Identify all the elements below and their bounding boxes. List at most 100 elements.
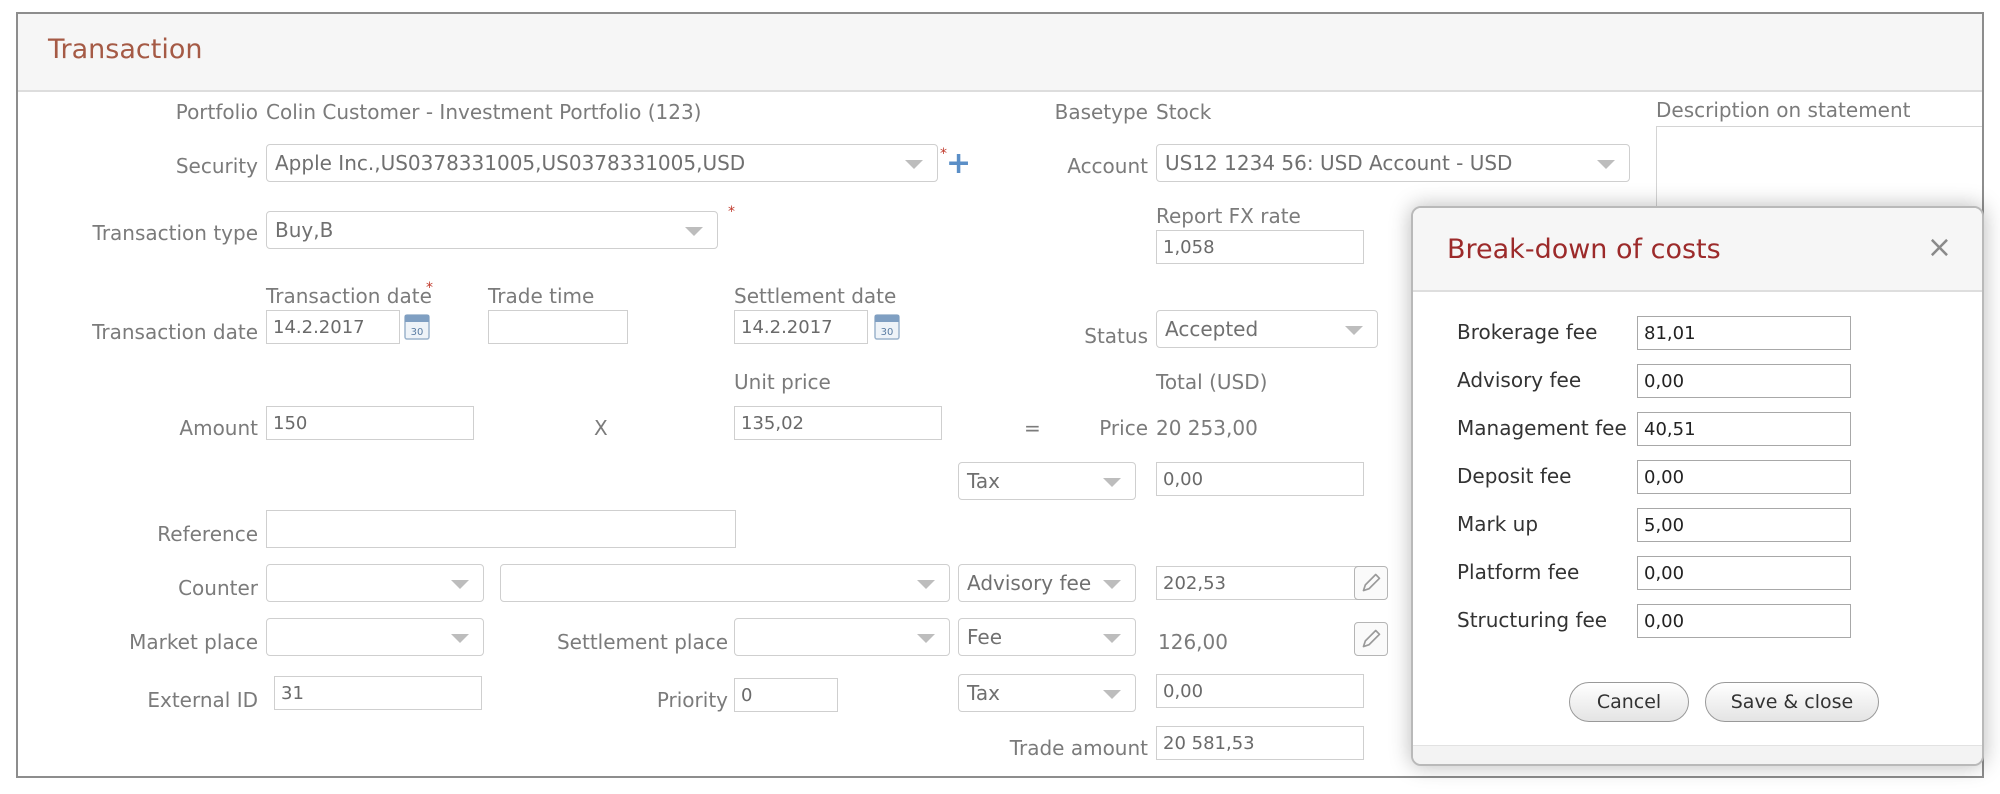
trade-time-label: Trade time bbox=[488, 284, 595, 308]
required-marker: * bbox=[728, 204, 735, 220]
amount-input[interactable]: 150 bbox=[266, 406, 474, 440]
transaction-type-select[interactable]: Buy,B bbox=[266, 211, 718, 249]
transaction-type-value: Buy,B bbox=[275, 218, 334, 242]
fee-select[interactable]: Fee bbox=[958, 618, 1136, 656]
unit-price-input[interactable]: 135,02 bbox=[734, 406, 942, 440]
edit-pencil-icon[interactable] bbox=[1354, 566, 1388, 600]
portfolio-label: Portfolio bbox=[175, 100, 258, 124]
brokerage-fee-input[interactable]: 81,01 bbox=[1637, 316, 1851, 350]
description-label: Description on statement bbox=[1656, 98, 1911, 122]
chevron-down-icon bbox=[1103, 478, 1121, 487]
trade-amount-input[interactable]: 20 581,53 bbox=[1156, 726, 1364, 760]
security-label: Security bbox=[175, 154, 258, 178]
amount-label: Amount bbox=[179, 416, 258, 440]
advisory-fee-select[interactable]: Advisory fee bbox=[958, 564, 1136, 602]
dialog-header: Break-down of costs × bbox=[1413, 208, 1982, 292]
trade-time-input[interactable] bbox=[488, 310, 628, 344]
chevron-down-icon bbox=[917, 634, 935, 643]
cancel-button[interactable]: Cancel bbox=[1569, 682, 1689, 722]
close-icon[interactable]: × bbox=[1927, 230, 1952, 265]
management-fee-input[interactable]: 40,51 bbox=[1637, 412, 1851, 446]
report-fx-input[interactable]: 1,058 bbox=[1156, 230, 1364, 264]
counter-select-2[interactable] bbox=[500, 564, 950, 602]
brokerage-fee-label: Brokerage fee bbox=[1457, 320, 1598, 344]
account-select-value: US12 1234 56: USD Account - USD bbox=[1165, 151, 1513, 175]
chevron-down-icon bbox=[1345, 326, 1363, 335]
chevron-down-icon bbox=[1103, 580, 1121, 589]
platform-fee-input[interactable]: 0,00 bbox=[1637, 556, 1851, 590]
chevron-down-icon bbox=[917, 580, 935, 589]
report-fx-label: Report FX rate bbox=[1156, 204, 1301, 228]
window-title: Transaction bbox=[48, 34, 203, 65]
fee-select-value: Fee bbox=[967, 625, 1003, 649]
advisory-fee-select-value: Advisory fee bbox=[967, 571, 1092, 595]
tax-select-value: Tax bbox=[967, 469, 1000, 493]
status-label: Status bbox=[1084, 324, 1148, 348]
save-close-button[interactable]: Save & close bbox=[1705, 682, 1879, 722]
mark-up-label: Mark up bbox=[1457, 512, 1539, 536]
deposit-fee-label: Deposit fee bbox=[1457, 464, 1572, 488]
status-value: Accepted bbox=[1165, 317, 1259, 341]
settlement-place-label: Settlement place bbox=[556, 630, 728, 654]
settlement-date-label: Settlement date bbox=[734, 284, 897, 308]
external-id-input[interactable]: 31 bbox=[274, 676, 482, 710]
edit-pencil-icon[interactable] bbox=[1354, 622, 1388, 656]
calendar-icon[interactable]: 30 bbox=[874, 312, 900, 340]
market-place-label: Market place bbox=[129, 630, 258, 654]
advisory-fee-modal-input[interactable]: 0,00 bbox=[1637, 364, 1851, 398]
add-security-icon[interactable]: + bbox=[946, 146, 971, 181]
advisory-fee-label: Advisory fee bbox=[1457, 368, 1582, 392]
tax-input[interactable]: 0,00 bbox=[1156, 462, 1364, 496]
security-select[interactable]: Apple Inc.,US0378331005,US0378331005,USD bbox=[266, 144, 938, 182]
chevron-down-icon bbox=[685, 227, 703, 236]
price-label: Price bbox=[1099, 416, 1148, 440]
management-fee-label: Management fee bbox=[1457, 416, 1627, 440]
deposit-fee-input[interactable]: 0,00 bbox=[1637, 460, 1851, 494]
reference-input[interactable] bbox=[266, 510, 736, 548]
counter-select-1[interactable] bbox=[266, 564, 484, 602]
tax-input-2[interactable]: 0,00 bbox=[1156, 674, 1364, 708]
mark-up-input[interactable]: 5,00 bbox=[1637, 508, 1851, 542]
dialog-footer bbox=[1413, 745, 1982, 764]
status-select[interactable]: Accepted bbox=[1156, 310, 1378, 348]
total-label: Total (USD) bbox=[1156, 370, 1268, 394]
basetype-value: Stock bbox=[1156, 100, 1212, 124]
reference-label: Reference bbox=[157, 522, 258, 546]
account-select[interactable]: US12 1234 56: USD Account - USD bbox=[1156, 144, 1630, 182]
equals-symbol: = bbox=[1024, 416, 1041, 440]
market-place-select[interactable] bbox=[266, 618, 484, 656]
platform-fee-label: Platform fee bbox=[1457, 560, 1580, 584]
tax-select[interactable]: Tax bbox=[958, 462, 1136, 500]
basetype-label: Basetype bbox=[1054, 100, 1148, 124]
transaction-date-input[interactable]: 14.2.2017 bbox=[266, 310, 400, 344]
transaction-type-label: Transaction type bbox=[92, 221, 258, 245]
cost-breakdown-dialog: Break-down of costs × Brokerage fee 81,0… bbox=[1411, 206, 1984, 766]
settlement-place-select[interactable] bbox=[734, 618, 950, 656]
price-value: 20 253,00 bbox=[1156, 416, 1258, 440]
account-label: Account bbox=[1067, 154, 1148, 178]
portfolio-value: Colin Customer - Investment Portfolio (1… bbox=[266, 100, 702, 124]
transaction-date-row-label: Transaction date bbox=[92, 320, 258, 344]
tax-select-2[interactable]: Tax bbox=[958, 674, 1136, 712]
unit-price-label: Unit price bbox=[734, 370, 831, 394]
priority-label: Priority bbox=[656, 688, 728, 712]
chevron-down-icon bbox=[451, 580, 469, 589]
tax-select-2-value: Tax bbox=[967, 681, 1000, 705]
calendar-day: 30 bbox=[411, 327, 424, 338]
advisory-fee-input[interactable]: 202,53 bbox=[1156, 566, 1364, 600]
chevron-down-icon bbox=[451, 634, 469, 643]
required-marker: * bbox=[426, 280, 433, 296]
chevron-down-icon bbox=[1103, 634, 1121, 643]
transaction-date-sublabel: Transaction date bbox=[266, 284, 432, 308]
structuring-fee-input[interactable]: 0,00 bbox=[1637, 604, 1851, 638]
fee-value: 126,00 bbox=[1158, 630, 1228, 654]
chevron-down-icon bbox=[1103, 690, 1121, 699]
security-select-value: Apple Inc.,US0378331005,US0378331005,USD bbox=[275, 151, 746, 175]
dialog-title: Break-down of costs bbox=[1447, 234, 1721, 265]
trade-amount-label: Trade amount bbox=[1009, 736, 1148, 760]
counter-label: Counter bbox=[178, 576, 258, 600]
settlement-date-input[interactable]: 14.2.2017 bbox=[734, 310, 868, 344]
priority-input[interactable]: 0 bbox=[734, 678, 838, 712]
calendar-icon[interactable]: 30 bbox=[404, 312, 430, 340]
chevron-down-icon bbox=[905, 160, 923, 169]
